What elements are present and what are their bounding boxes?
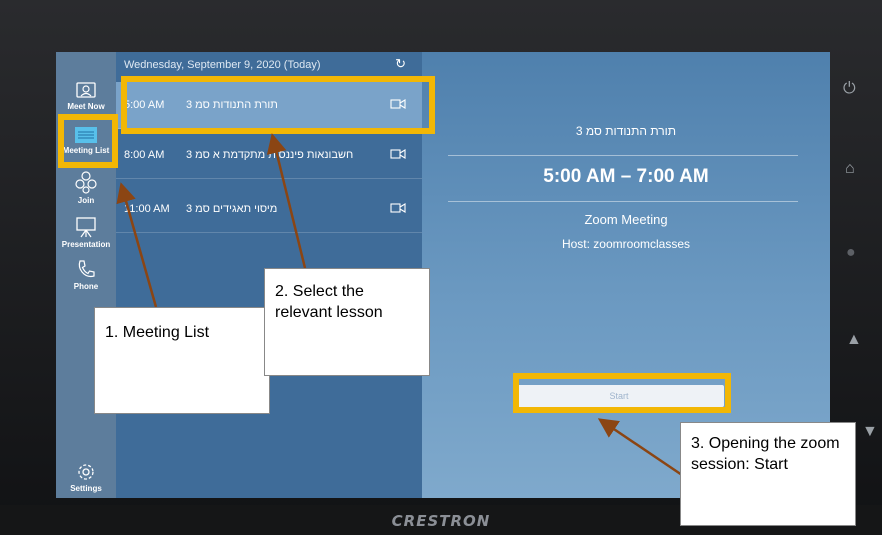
callout-step-1-text: 1. Meeting List bbox=[105, 324, 210, 341]
arrow-to-meeting-list bbox=[116, 182, 158, 308]
callout-step-2: 2. Select the relevant lesson bbox=[264, 268, 430, 376]
photo-stage: CRESTRON ⏻ ⌂ ● ▲ ▼ Meet Now Meeting List… bbox=[0, 0, 882, 535]
callout-step-3: 3. Opening the zoom session: Start bbox=[680, 422, 856, 526]
callout-step-2-text: 2. Select the relevant lesson bbox=[275, 283, 383, 321]
arrow-to-selected-meeting bbox=[266, 133, 307, 269]
arrow-to-start-button bbox=[597, 418, 683, 477]
callout-step-3-text: 3. Opening the zoom session: Start bbox=[691, 435, 840, 473]
callout-step-1: 1. Meeting List bbox=[94, 307, 270, 414]
